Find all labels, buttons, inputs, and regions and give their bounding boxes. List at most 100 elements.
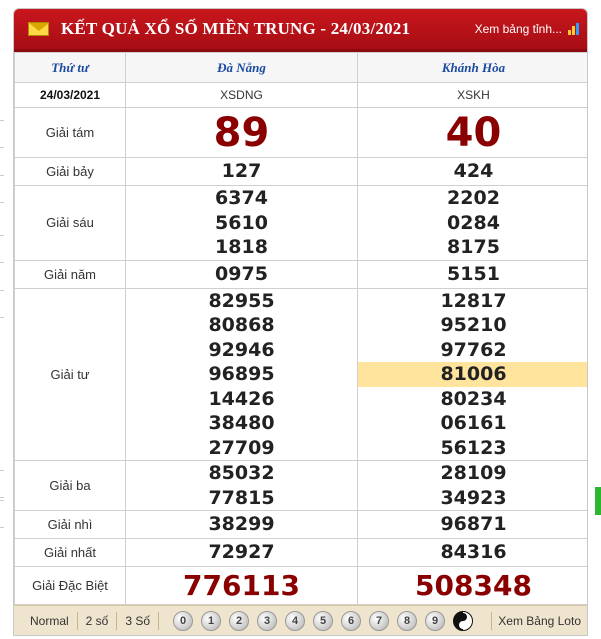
view-loto-link[interactable]: Xem Bảng Loto [491, 611, 587, 630]
prize-cell: 776113 [125, 566, 358, 605]
prize-cell: 508348 [357, 566, 587, 605]
prize-number: 5151 [447, 262, 500, 285]
prize-number: 95210 [440, 314, 507, 336]
prize-number: 28109 [440, 462, 507, 484]
prize-cell: 72927 [125, 538, 358, 567]
prize-number: 81006 [358, 362, 587, 387]
left-edge-marks [0, 0, 4, 639]
prize-number: 34923 [440, 486, 507, 509]
prize-cell: 127 [125, 157, 358, 186]
view-provinces-link[interactable]: Xem bảng tỉnh... [475, 22, 562, 36]
digit-filter-1[interactable]: 1 [201, 610, 222, 631]
province-link-khanh-hoa[interactable]: Khánh Hòa [357, 52, 587, 83]
prize-label: Giải tư [14, 287, 126, 461]
lottery-code-da-nang: XSDNG [125, 82, 358, 108]
digit-filter-4[interactable]: 4 [285, 610, 306, 631]
digit-filter-5[interactable]: 5 [313, 610, 334, 631]
right-edge-mark [595, 487, 601, 515]
prize-label: Giải nhất [14, 538, 126, 567]
prize-cell: 0975 [125, 259, 358, 289]
envelope-icon [28, 22, 49, 36]
prize-row: Giải năm 0975 5151 [14, 259, 587, 289]
prize-cell: 89 [125, 107, 358, 158]
prize-number: 80868 [208, 314, 275, 336]
prize-row: Giải sáu 6374 5610 1818 2202 0284 8175 [14, 185, 587, 261]
prize-number: 96871 [440, 513, 507, 536]
prize-number: 77815 [208, 486, 275, 509]
digit-filter-0[interactable]: 0 [173, 610, 194, 631]
prize-number: 8175 [447, 236, 500, 258]
prize-row: Giải Đặc Biệt 776113 508348 [14, 566, 587, 605]
prize-label: Giải nhì [14, 510, 126, 539]
digit-filter-8[interactable]: 8 [397, 610, 418, 631]
prize-number: 0975 [215, 262, 268, 285]
prize-label: Giải Đặc Biệt [14, 566, 126, 605]
prize-number: 96895 [208, 363, 275, 385]
prize-cell: 85032 77815 [125, 460, 358, 511]
prize-number: 27709 [208, 436, 275, 459]
prize-number: 2202 [447, 187, 500, 209]
results-table: Thứ tư Đà Nẵng Khánh Hòa 24/03/2021 XSDN… [14, 52, 587, 605]
tab-3-digits[interactable]: 3 Số [117, 611, 160, 630]
prize-number: 82955 [208, 289, 275, 312]
prize-number: 0284 [447, 211, 500, 234]
panel-title: KẾT QUẢ XỔ SỐ MIỀN TRUNG - 24/03/2021 [61, 19, 411, 38]
prize-number: 38299 [208, 513, 275, 536]
chart-bars-icon [568, 23, 579, 35]
digit-filter-7[interactable]: 7 [369, 610, 390, 631]
prize-label: Giải bảy [14, 157, 126, 186]
prize-number: 06161 [440, 412, 507, 434]
tab-normal[interactable]: Normal [22, 611, 78, 630]
prize-number: 776113 [183, 569, 300, 602]
prize-number: 424 [453, 160, 494, 183]
draw-date: 24/03/2021 [14, 82, 126, 108]
digit-filter-2[interactable]: 2 [229, 610, 250, 631]
prize-number: 1818 [215, 236, 268, 258]
prize-row: Giải tư 82955 80868 92946 96895 14426 38480 277… [14, 287, 587, 461]
prize-cell: 12817 95210 97762 81006 80234 06161 56123 [357, 287, 587, 461]
prize-cell: 424 [357, 157, 587, 186]
prize-cell: 5151 [357, 259, 587, 289]
lottery-code-khanh-hoa: XSKH [357, 82, 587, 108]
prize-number: 97762 [440, 338, 507, 361]
prize-cell: 84316 [357, 538, 587, 567]
prize-number: 38480 [208, 412, 275, 434]
prize-label: Giải sáu [14, 185, 126, 261]
footer-toolbar: Normal 2 số 3 Số 0123456789 Xem Bảng Lot… [14, 605, 587, 635]
results-panel: KẾT QUẢ XỔ SỐ MIỀN TRUNG - 24/03/2021 Xe… [13, 8, 588, 636]
prize-number: 127 [221, 160, 262, 183]
table-header-row: Thứ tư Đà Nẵng Khánh Hòa [14, 52, 587, 83]
province-link-da-nang[interactable]: Đà Nẵng [125, 52, 358, 83]
prize-number: 56123 [440, 436, 507, 459]
prize-cell: 28109 34923 [357, 460, 587, 511]
prize-number: 14426 [208, 387, 275, 410]
prize-cell: 96871 [357, 510, 587, 539]
tab-2-digits[interactable]: 2 số [78, 611, 118, 630]
prize-cell: 2202 0284 8175 [357, 185, 587, 261]
digit-filter-6[interactable]: 6 [341, 610, 362, 631]
prize-label: Giải ba [14, 460, 126, 511]
yin-yang-icon[interactable] [453, 610, 474, 631]
prize-cell: 6374 5610 1818 [125, 185, 358, 261]
date-row: 24/03/2021 XSDNG XSKH [14, 82, 587, 108]
prize-row: Giải nhì 38299 96871 [14, 510, 587, 539]
prize-number: 5610 [215, 211, 268, 234]
prize-number: 85032 [208, 462, 275, 484]
digit-filter-3[interactable]: 3 [257, 610, 278, 631]
prize-number: 6374 [215, 187, 268, 209]
prize-row: Giải bảy 127 424 [14, 157, 587, 186]
prize-number: 84316 [440, 541, 507, 564]
weekday-header: Thứ tư [14, 52, 126, 83]
prize-number: 72927 [208, 541, 275, 564]
prize-number: 89 [213, 109, 270, 156]
prize-cell: 38299 [125, 510, 358, 539]
prize-number: 508348 [415, 569, 532, 602]
digit-filter-9[interactable]: 9 [425, 610, 446, 631]
prize-row: Giải ba 85032 77815 28109 34923 [14, 460, 587, 511]
prize-number: 80234 [440, 387, 507, 410]
panel-header: KẾT QUẢ XỔ SỐ MIỀN TRUNG - 24/03/2021 Xe… [14, 9, 587, 49]
digit-filter-buttons: 0123456789 [173, 610, 446, 631]
prize-cell: 40 [357, 107, 587, 158]
prize-number: 92946 [208, 338, 275, 361]
prize-label: Giải năm [14, 259, 126, 289]
